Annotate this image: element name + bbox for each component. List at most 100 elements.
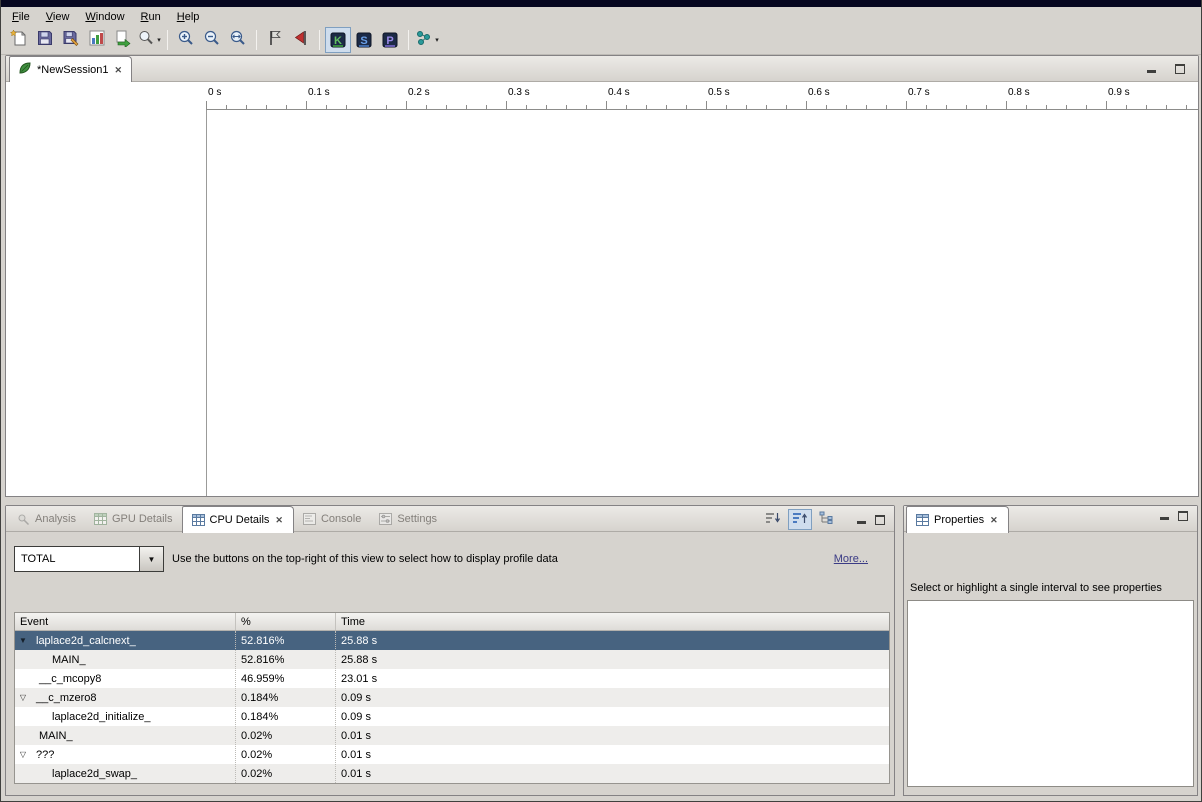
tab-properties[interactable]: Properties ✕	[906, 506, 1009, 533]
combo-value[interactable]: TOTAL	[14, 546, 140, 572]
tab-analysis[interactable]: Analysis	[8, 506, 85, 532]
close-icon[interactable]: ✕	[989, 515, 999, 525]
search-icon	[137, 29, 155, 50]
column-separator	[335, 631, 336, 783]
event-cell: MAIN_	[15, 726, 236, 745]
menu-help[interactable]: Help	[169, 9, 208, 24]
maximize-button[interactable]	[872, 513, 888, 526]
table-row[interactable]: laplace2d_swap_ 0.02% 0.01 s	[15, 764, 889, 783]
ruler-tick-label: 0.1 s	[308, 87, 330, 98]
ruler-tick-label: 0.8 s	[1008, 87, 1030, 98]
table-row[interactable]: MAIN_ 0.02% 0.01 s	[15, 726, 889, 745]
zoom-in-button[interactable]	[173, 27, 199, 53]
next-marker-button[interactable]	[262, 27, 288, 53]
event-name: __c_mcopy8	[39, 673, 101, 685]
properties-tab-row: Properties ✕	[904, 506, 1197, 532]
expander-icon[interactable]: ▽	[18, 745, 28, 764]
ruler-tick-label: 0.4 s	[608, 87, 630, 98]
menu-view[interactable]: View	[38, 9, 78, 24]
close-icon[interactable]: ✕	[274, 515, 284, 525]
kernel-toggle-button[interactable]: K	[325, 27, 351, 53]
table-row[interactable]: ▽ __c_mzero8 0.184% 0.09 s	[15, 688, 889, 707]
ruler-tick-label: 0.3 s	[508, 87, 530, 98]
event-time: 25.88 s	[336, 654, 889, 666]
minimize-icon	[857, 521, 866, 524]
session-leaf-icon	[18, 61, 32, 78]
expander-icon[interactable]: ▼	[18, 631, 28, 650]
ruler-tick-label: 0.2 s	[408, 87, 430, 98]
display-mode-combo[interactable]: TOTAL ▼	[14, 546, 164, 572]
properties-window-controls	[1156, 509, 1191, 522]
column-header-percent[interactable]: %	[236, 613, 336, 630]
tab-console[interactable]: Console	[294, 506, 370, 532]
event-time: 0.01 s	[336, 730, 889, 742]
event-time: 23.01 s	[336, 673, 889, 685]
event-cell: ▽ __c_mzero8	[15, 688, 236, 707]
menu-window[interactable]: Window	[77, 9, 132, 24]
timeline-canvas[interactable]	[207, 110, 1198, 496]
stream-toggle-button[interactable]: S	[351, 27, 377, 53]
table-row[interactable]: __c_mcopy8 46.959% 23.01 s	[15, 669, 889, 688]
event-cell: ▼ laplace2d_calcnext_	[15, 631, 236, 650]
tab-label: Analysis	[35, 513, 76, 525]
maximize-icon	[1175, 64, 1185, 74]
column-header-time[interactable]: Time	[336, 613, 889, 630]
minimize-button[interactable]	[853, 513, 869, 526]
settings-tab-icon	[379, 513, 392, 525]
ruler-major-ticks	[206, 101, 1198, 109]
zoom-out-button[interactable]	[199, 27, 225, 53]
toolbar-separator	[319, 30, 320, 50]
event-percent: 52.816%	[236, 654, 336, 666]
prev-marker-button[interactable]	[288, 27, 314, 53]
table-row[interactable]: ▽ ??? 0.02% 0.01 s	[15, 745, 889, 764]
analysis-icon	[415, 29, 433, 50]
timeline-editor: *NewSession1 ✕ 0 s 0.1 s 0.2 s 0.3 s 0.4…	[5, 55, 1199, 497]
event-name: laplace2d_initialize_	[52, 711, 150, 723]
tree-view-button[interactable]	[815, 509, 839, 530]
event-name: MAIN_	[52, 654, 86, 666]
save-icon	[36, 29, 54, 50]
expander-icon[interactable]: ▽	[18, 688, 28, 707]
column-header-event[interactable]: Event	[15, 613, 236, 630]
export-button[interactable]	[110, 27, 136, 53]
zoom-fit-button[interactable]	[225, 27, 251, 53]
maximize-button[interactable]	[1172, 62, 1188, 75]
profiler-window: File View Window Run Help ▾	[0, 0, 1202, 802]
properties-tab-icon	[916, 514, 929, 526]
console-tab-icon	[303, 513, 316, 525]
menu-file[interactable]: File	[4, 9, 38, 24]
maximize-icon	[875, 515, 885, 525]
close-icon[interactable]: ✕	[114, 65, 124, 75]
cpu-details-content: TOTAL ▼ Use the buttons on the top-right…	[6, 532, 894, 795]
event-time: 0.01 s	[336, 749, 889, 761]
sort-order-button[interactable]	[761, 509, 785, 530]
tab-settings[interactable]: Settings	[370, 506, 446, 532]
tab-gpu-details[interactable]: GPU Details	[85, 506, 182, 532]
save-button[interactable]	[32, 27, 58, 53]
chart-button[interactable]	[84, 27, 110, 53]
minimize-button[interactable]	[1156, 509, 1172, 522]
menu-run[interactable]: Run	[133, 9, 169, 24]
window-titlebar[interactable]	[1, 0, 1201, 7]
properties-content: Select or highlight a single interval to…	[904, 532, 1197, 795]
analysis-dropdown-button[interactable]: ▾	[414, 27, 440, 53]
timeline-ruler[interactable]: 0 s 0.1 s 0.2 s 0.3 s 0.4 s 0.5 s 0.6 s …	[206, 86, 1198, 110]
combo-dropdown-button[interactable]: ▼	[139, 546, 164, 572]
tab-new-session[interactable]: *NewSession1 ✕	[9, 56, 132, 82]
save-as-button[interactable]	[58, 27, 84, 53]
bar-chart-icon	[88, 29, 106, 50]
minimize-button[interactable]	[1143, 62, 1159, 75]
table-row[interactable]: laplace2d_initialize_ 0.184% 0.09 s	[15, 707, 889, 726]
new-session-button[interactable]	[6, 27, 32, 53]
event-cell: ▽ ???	[15, 745, 236, 764]
sort-by-value-button[interactable]	[788, 509, 812, 530]
process-toggle-button[interactable]: P	[377, 27, 403, 53]
more-link[interactable]: More...	[834, 553, 868, 565]
maximize-button[interactable]	[1175, 509, 1191, 522]
search-button[interactable]: ▾	[136, 27, 162, 53]
table-row[interactable]: ▼ laplace2d_calcnext_ 52.816% 25.88 s	[15, 631, 889, 650]
tab-cpu-details[interactable]: CPU Details ✕	[182, 506, 294, 533]
tab-label: CPU Details	[210, 514, 270, 526]
chevron-down-icon: ▾	[157, 36, 161, 44]
table-row[interactable]: MAIN_ 52.816% 25.88 s	[15, 650, 889, 669]
